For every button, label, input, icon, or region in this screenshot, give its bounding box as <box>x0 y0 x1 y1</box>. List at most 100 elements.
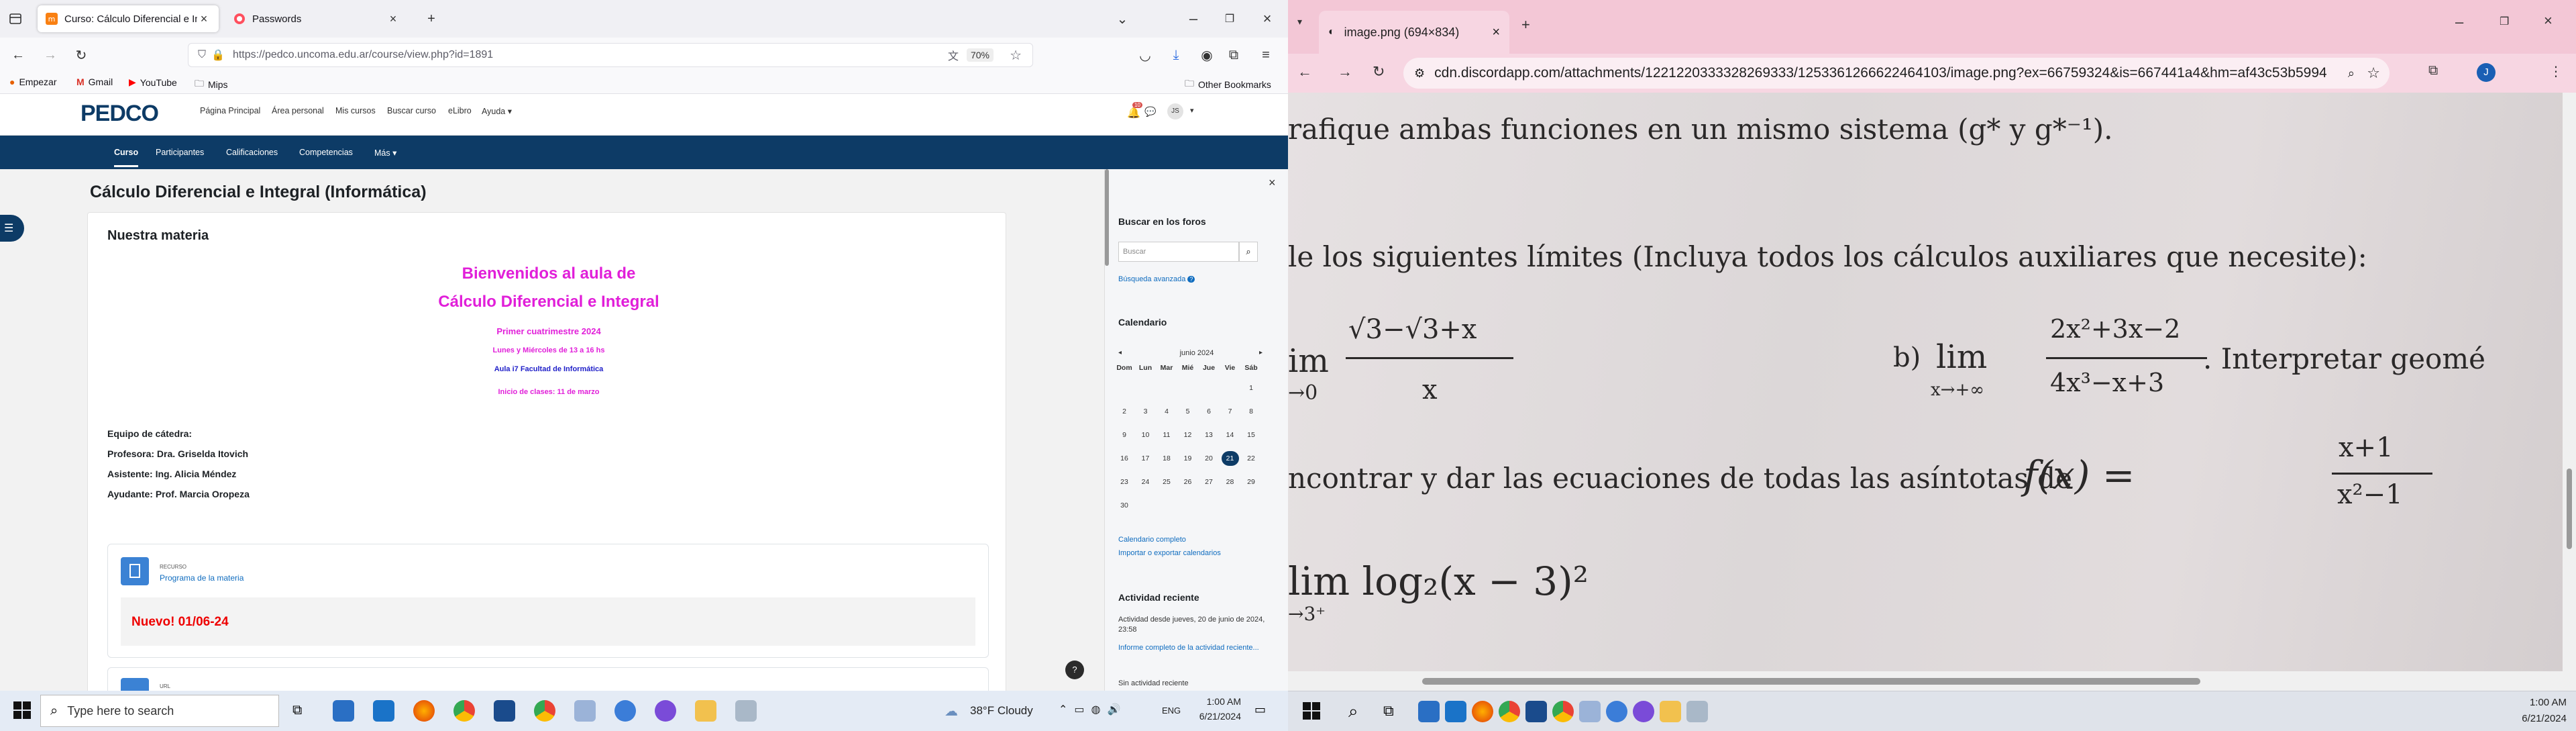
app-icon[interactable] <box>735 700 757 722</box>
app-icon[interactable] <box>494 700 515 722</box>
menu-grades[interactable]: Calificaciones <box>226 148 278 157</box>
advanced-search-link[interactable]: Búsqueda avanzada ? <box>1118 275 1195 283</box>
restore-icon[interactable]: ❐ <box>1221 10 1238 28</box>
calendar-day[interactable]: 29 <box>1242 478 1260 486</box>
file-explorer-icon[interactable] <box>695 700 716 722</box>
calendar-day[interactable]: 20 <box>1200 454 1218 462</box>
reload-icon[interactable]: ↻ <box>72 46 90 64</box>
search-icon[interactable]: ⌕ <box>1239 242 1258 262</box>
new-tab-icon[interactable]: + <box>423 10 440 28</box>
reload-icon[interactable]: ↻ <box>1373 63 1385 81</box>
omnibox[interactable]: ⚙ cdn.discordapp.com/attachments/1221220… <box>1403 58 2390 89</box>
app-icon[interactable] <box>614 700 636 722</box>
menu-participants[interactable]: Participantes <box>156 148 204 157</box>
chrome-icon[interactable] <box>1499 701 1520 722</box>
task-view-icon[interactable]: ⧉ <box>292 703 302 718</box>
calendar-day[interactable]: 6 <box>1200 407 1218 416</box>
calendar-day[interactable]: 4 <box>1158 407 1175 416</box>
omnibox-url[interactable]: cdn.discordapp.com/attachments/122122033… <box>1434 65 2326 81</box>
calendar-day[interactable]: 3 <box>1137 407 1155 416</box>
app-icon[interactable] <box>1606 701 1627 722</box>
chrome-icon[interactable] <box>453 700 475 722</box>
windows-start-icon[interactable] <box>13 701 31 719</box>
url-text[interactable]: https://pedco.uncoma.edu.ar/course/view.… <box>233 49 493 61</box>
menu-course[interactable]: Curso <box>114 148 139 167</box>
chrome-icon[interactable] <box>1552 701 1574 722</box>
calendar-day[interactable]: 14 <box>1222 431 1239 439</box>
calendar-export-link[interactable]: Importar o exportar calendarios <box>1118 549 1221 557</box>
windows-start-icon[interactable] <box>1303 702 1320 720</box>
course-index-toggle[interactable]: ☰ <box>0 215 24 242</box>
pocket-icon[interactable]: ◡ <box>1136 46 1154 64</box>
site-info-icon[interactable]: ⚙ <box>1414 66 1425 81</box>
calendar-day[interactable]: 18 <box>1158 454 1175 462</box>
discord-icon[interactable] <box>655 700 676 722</box>
help-button[interactable]: ? <box>1065 661 1084 679</box>
extensions-icon[interactable]: ⧉ <box>2428 63 2438 79</box>
tab-search-icon[interactable]: ▾ <box>1297 16 1302 28</box>
tab-image[interactable]: ◐ image.png (694×834) × <box>1319 11 1509 54</box>
clock-date[interactable]: 6/21/2024 <box>1187 711 1241 722</box>
nav-elibro[interactable]: eLibro <box>448 106 472 115</box>
back-icon[interactable]: ← <box>9 46 27 64</box>
firefox-view-icon[interactable] <box>7 10 24 28</box>
calendar-day[interactable]: 30 <box>1116 501 1133 509</box>
help-icon[interactable]: ? <box>1187 276 1195 283</box>
calendar-day[interactable]: 27 <box>1200 478 1218 486</box>
bell-icon[interactable]: 🔔 <box>1127 106 1140 119</box>
bookmark-mips[interactable]: 🗀 Mips <box>195 77 228 93</box>
new-tab-icon[interactable]: + <box>1521 16 1530 34</box>
account-icon[interactable]: ◉ <box>1198 46 1216 64</box>
extensions-icon[interactable]: ⧉ <box>1225 46 1242 64</box>
calendar-day[interactable]: 15 <box>1242 431 1260 439</box>
calendar-day[interactable]: 26 <box>1179 478 1197 486</box>
resource-link[interactable]: Programa de la materia <box>160 573 244 583</box>
calendar-day[interactable]: 9 <box>1116 431 1133 439</box>
store-icon[interactable] <box>333 700 354 722</box>
calendar-day[interactable]: 24 <box>1137 478 1155 486</box>
system-tray-icons[interactable]: ⌃▭◍🔊 <box>1059 703 1127 716</box>
firefox-icon[interactable] <box>413 700 435 722</box>
scrollbar-thumb[interactable] <box>1422 678 2200 685</box>
cal-next-icon[interactable]: ▸ <box>1259 349 1263 356</box>
back-icon[interactable]: ← <box>1297 63 1312 81</box>
calendar-day[interactable]: 2 <box>1116 407 1133 416</box>
notification-icon[interactable]: ▭ <box>1254 703 1266 717</box>
download-icon[interactable]: ⤓ <box>1167 46 1185 64</box>
calendar-day[interactable]: 11 <box>1158 431 1175 439</box>
shield-icon[interactable]: ⛉ <box>198 49 206 61</box>
zoom-icon[interactable]: ⌕ <box>2348 66 2355 81</box>
calendar-day[interactable]: 25 <box>1158 478 1175 486</box>
bookmark-empezar[interactable]: ● Empezar <box>9 77 57 87</box>
clock-date[interactable]: 6/21/2024 <box>2509 713 2567 724</box>
language-indicator[interactable]: ENG <box>1162 705 1181 716</box>
calendar-day[interactable]: 8 <box>1242 407 1260 416</box>
close-icon[interactable]: × <box>1492 25 1500 40</box>
zoom-level[interactable]: 70% <box>966 48 994 62</box>
window-close-icon[interactable]: × <box>1258 10 1276 28</box>
calendar-day[interactable]: 19 <box>1179 454 1197 462</box>
menu-more[interactable]: Más ▾ <box>374 148 396 158</box>
minimize-icon[interactable]: – <box>2455 13 2463 31</box>
restore-icon[interactable]: ❐ <box>2500 15 2509 28</box>
star-icon[interactable]: ☆ <box>2367 64 2380 82</box>
file-explorer-icon[interactable] <box>1660 701 1681 722</box>
star-icon[interactable]: ☆ <box>1010 47 1022 64</box>
nav-my-courses[interactable]: Mis cursos <box>335 106 376 115</box>
calendar-full-link[interactable]: Calendario completo <box>1118 536 1186 544</box>
calendar-day[interactable]: 13 <box>1200 431 1218 439</box>
store-icon[interactable] <box>1418 701 1440 722</box>
calendar-day[interactable]: 23 <box>1116 478 1133 486</box>
bookmark-gmail[interactable]: M Gmail <box>76 77 113 87</box>
clock-time[interactable]: 1:00 AM <box>2509 697 2567 708</box>
list-tabs-icon[interactable]: ⌄ <box>1114 10 1131 28</box>
nav-help[interactable]: Ayuda ▾ <box>482 106 512 116</box>
app-icon[interactable] <box>1525 701 1547 722</box>
app-icon[interactable] <box>1579 701 1601 722</box>
calendar-day[interactable]: 28 <box>1222 478 1239 486</box>
calendar-day[interactable]: 22 <box>1242 454 1260 462</box>
calendar-day[interactable]: 10 <box>1137 431 1155 439</box>
taskbar-search-box[interactable]: ⌕ Type here to search <box>40 695 279 727</box>
url-bar[interactable]: ⛉ 🔒 https://pedco.uncoma.edu.ar/course/v… <box>188 43 1033 67</box>
app-icon[interactable] <box>1686 701 1708 722</box>
